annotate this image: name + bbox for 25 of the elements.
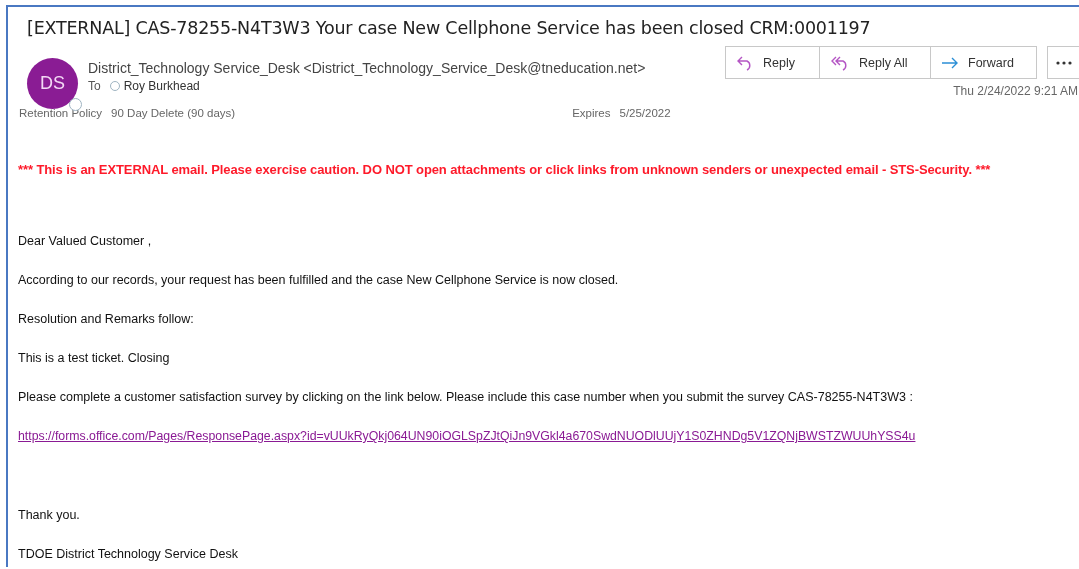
retention-value: 90 Day Delete (90 days) bbox=[111, 107, 236, 119]
sender-name[interactable]: District_Technology Service_Desk <District_Technology_Service_Desk@tneducation.net> bbox=[88, 60, 646, 76]
presence-icon bbox=[109, 81, 120, 91]
body-paragraph: Dear Valued Customer , bbox=[18, 233, 152, 250]
to-label: To bbox=[88, 79, 101, 93]
external-warning: *** This is an EXTERNAL email. Please exercise caution. DO NOT open attachments or click links from unknown senders or unexpected email - STS-Security. *** bbox=[18, 162, 992, 177]
email-subject: [EXTERNAL] CAS-78255-N4T3W3 Your case New Cellphone Service has been closed CRM:0001197 bbox=[26, 17, 872, 38]
body-paragraph: According to our records, your request has been fulfilled and the case New Cellphone Service is now closed. bbox=[18, 272, 619, 289]
more-button[interactable] bbox=[1047, 46, 1079, 79]
body-paragraph: Resolution and Remarks follow: bbox=[18, 311, 194, 328]
more-icon bbox=[1055, 60, 1072, 65]
body-paragraph: This is a test ticket. Closing bbox=[18, 350, 170, 367]
expires-date: 5/25/2022 bbox=[619, 107, 671, 119]
expires-label: Expires bbox=[572, 107, 611, 119]
survey-link[interactable]: https://forms.office.com/Pages/ResponsePage.aspx?id=vUUkRyQkj064UN90iOGLSpZJtQiJn9VGkl4a670SwdNUODlUUjY1S0ZHNDg5V1ZQNjBWSTZWUUhYSS4u bbox=[18, 428, 916, 445]
body-paragraph: TDOE District Technology Service Desk bbox=[18, 546, 238, 563]
forward-arrow-icon bbox=[941, 55, 959, 70]
avatar: DS bbox=[27, 58, 78, 109]
recipient-name[interactable]: Roy Burkhead bbox=[123, 79, 200, 93]
sent-date: Thu 2/24/2022 9:21 AM bbox=[953, 84, 1079, 98]
body-paragraph: Please complete a customer satisfaction survey by clicking on the link below. Please include this case number when you submit the survey CAS-78255-N4T3W3 : bbox=[18, 389, 913, 406]
reply-all-icon bbox=[830, 54, 850, 71]
body-paragraph: Thank you. bbox=[18, 507, 80, 524]
presence-icon bbox=[69, 98, 82, 111]
reply-icon bbox=[736, 54, 754, 71]
